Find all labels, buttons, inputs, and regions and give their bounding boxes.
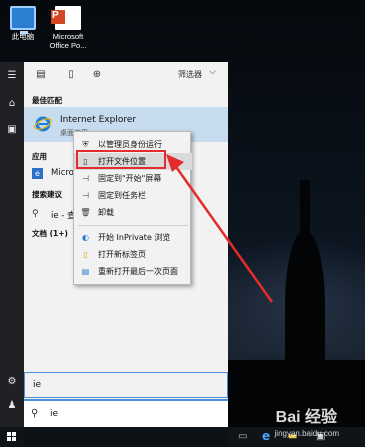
settings-icon[interactable]: ⚙: [0, 372, 24, 392]
new-tab-icon: ▯: [83, 250, 88, 259]
search-input[interactable]: ie: [50, 409, 58, 419]
menu-item-label: 固定到"开始"屏幕: [98, 174, 162, 183]
edge-icon: e: [32, 168, 43, 179]
desktop-icon-this-pc[interactable]: 此电脑: [2, 6, 44, 41]
inprivate-icon: ◐: [82, 233, 89, 242]
task-view-icon[interactable]: ▭: [238, 431, 247, 442]
watermark-logo: Bai 经验: [275, 409, 337, 426]
start-left-rail: ☰ ⌂ ▣ ⚙ ♟: [0, 62, 24, 427]
section-documents: 文档 (1+): [32, 229, 68, 238]
web-globe-icon[interactable]: ⊕: [90, 68, 104, 82]
trash-icon: 🗑: [80, 208, 91, 217]
red-arrow-annotation: [166, 154, 274, 303]
section-search-suggestions: 搜索建议: [32, 190, 62, 199]
menu-item-label: 打开新标签页: [98, 250, 146, 259]
home-icon[interactable]: ⌂: [0, 94, 24, 114]
menu-item-label: 以管理员身份运行: [98, 140, 162, 149]
chevron-down-icon[interactable]: ⌵: [209, 67, 216, 77]
pin-icon: ⊣: [82, 191, 89, 200]
section-apps: 应用: [32, 152, 47, 161]
best-match-title: Internet Explorer: [60, 115, 137, 125]
section-best-match: 最佳匹配: [32, 96, 62, 105]
edge-taskbar-icon[interactable]: e: [262, 429, 270, 443]
pin-icon: ⊣: [82, 174, 89, 183]
powerpoint-icon: [51, 6, 81, 30]
filters-label[interactable]: 筛选器: [178, 69, 202, 80]
hamburger-icon[interactable]: ☰: [0, 66, 24, 86]
search-icon: ⚲: [31, 408, 39, 419]
watermark-url: jingyan.baidu.com: [274, 429, 339, 438]
highlight-box: [76, 150, 166, 169]
reopen-icon: ▤: [81, 267, 90, 276]
search-result-text: ie: [33, 380, 42, 390]
panel-toolbar: ▤ ▯ ⊕ 筛选器 ⌵: [24, 62, 228, 88]
app-item-label: Micro: [51, 168, 74, 178]
windows-icon: [7, 432, 16, 441]
internet-explorer-icon: [34, 116, 52, 132]
user-icon[interactable]: ♟: [0, 396, 24, 416]
tree-foliage: [285, 230, 325, 380]
documents-filter-icon[interactable]: ▯: [64, 68, 78, 82]
desktop-icon-powerpoint[interactable]: Microsoft Office Po...: [44, 6, 92, 50]
desktop-icon-label: Microsoft Office Po...: [49, 32, 87, 50]
this-pc-icon: [10, 6, 36, 34]
start-button[interactable]: [0, 427, 24, 447]
menu-item-label: 卸载: [98, 208, 114, 217]
menu-item-label: 固定到任务栏: [98, 191, 146, 200]
search-bar[interactable]: ⚲ ie: [24, 399, 228, 427]
search-icon: ⚲: [32, 209, 39, 219]
admin-shield-icon: ⛨: [82, 140, 89, 149]
suggestion-label: ie - 查: [51, 211, 76, 221]
documents-icon[interactable]: ▣: [0, 120, 24, 140]
all-results-icon[interactable]: ▤: [34, 68, 48, 82]
search-result-box[interactable]: ie: [24, 372, 228, 398]
